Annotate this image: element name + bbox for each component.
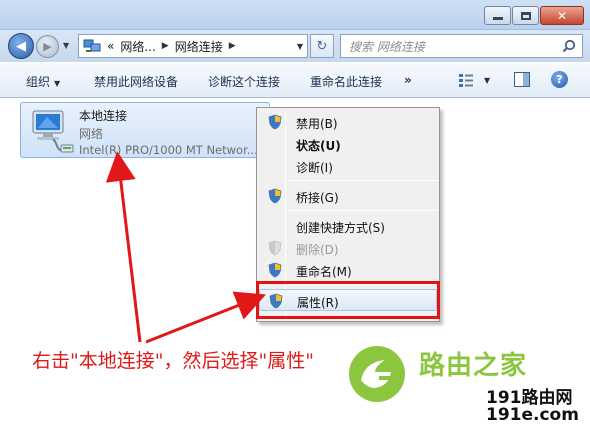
search-placeholder: 搜索 网络连接 [349, 39, 425, 54]
menu-item-diagnose[interactable]: 诊断(I) [259, 155, 437, 177]
shield-icon [268, 262, 282, 278]
menu-item-label: 删除(D) [296, 243, 339, 257]
breadcrumb-separator[interactable]: ▶ [229, 41, 236, 51]
connection-status: 网络 [79, 127, 104, 141]
menu-item-label: 桥接(G) [296, 191, 339, 205]
breadcrumb-network[interactable]: 网络... [120, 38, 155, 55]
recent-pages-dropdown[interactable]: ▼ [63, 41, 69, 50]
close-icon: ✕ [556, 8, 568, 23]
help-button[interactable]: ? [551, 71, 568, 88]
forward-arrow-icon: ▶ [43, 40, 52, 53]
command-bar: 组织 ▼ 禁用此网络设备 诊断这个连接 重命名此连接 » ▼ ? [0, 62, 590, 98]
menu-item-delete: 删除(D) [259, 237, 437, 259]
more-commands-button[interactable]: » [404, 73, 412, 87]
shield-icon [268, 240, 282, 256]
brand-url-line2: 191e.com [486, 405, 579, 425]
breadcrumb-network-connections[interactable]: 网络连接 [175, 38, 223, 55]
menu-separator [288, 210, 438, 211]
title-bar: ✕ [0, 0, 590, 30]
address-overflow[interactable]: « [107, 39, 114, 53]
menu-item-disable[interactable]: 禁用(B) [259, 111, 437, 133]
chevron-down-icon: ▼ [54, 79, 61, 88]
search-icon[interactable] [562, 39, 576, 53]
refresh-button[interactable]: ↻ [310, 34, 334, 58]
rename-button[interactable]: 重命名此连接 [310, 73, 382, 90]
preview-pane-button[interactable] [514, 72, 530, 87]
menu-item-rename[interactable]: 重命名(M) [259, 259, 437, 281]
local-connection-item[interactable]: 本地连接 网络 Intel(R) PRO/1000 MT Networ... [20, 102, 270, 158]
brand-name: 路由之家 [419, 351, 528, 381]
menu-item-label: 状态(U) [296, 139, 341, 153]
view-options-icon [459, 74, 473, 87]
maximize-icon [520, 11, 531, 20]
menu-item-create-shortcut[interactable]: 创建快捷方式(S) [259, 215, 437, 237]
network-folder-icon [83, 39, 101, 52]
minimize-button[interactable] [484, 6, 511, 25]
brand-logo-icon [349, 346, 405, 402]
shield-icon [268, 188, 282, 204]
shield-icon [268, 114, 282, 130]
address-dropdown-icon[interactable]: ▼ [297, 42, 303, 51]
network-adapter-icon [32, 110, 74, 153]
menu-separator [288, 180, 438, 181]
breadcrumb-separator[interactable]: ▶ [162, 41, 169, 51]
minimize-icon [492, 17, 503, 20]
close-button[interactable]: ✕ [540, 6, 584, 25]
connection-name: 本地连接 [79, 109, 128, 123]
menu-item-status[interactable]: 状态(U) [259, 133, 437, 155]
connection-device: Intel(R) PRO/1000 MT Networ... [79, 143, 258, 157]
disable-device-button[interactable]: 禁用此网络设备 [94, 73, 178, 90]
forward-button[interactable]: ▶ [36, 35, 59, 58]
organize-label: 组织 [26, 75, 51, 89]
instruction-text: 右击"本地连接"，然后选择"属性" [32, 350, 314, 372]
menu-item-bridge[interactable]: 桥接(G) [259, 185, 437, 207]
maximize-button[interactable] [512, 6, 539, 25]
highlight-box [256, 281, 440, 319]
menu-item-label: 创建快捷方式(S) [296, 221, 385, 235]
search-input[interactable]: 搜索 网络连接 [340, 34, 583, 58]
menu-item-label: 禁用(B) [296, 117, 338, 131]
window-controls: ✕ [483, 6, 584, 25]
organize-button[interactable]: 组织 ▼ [26, 73, 60, 90]
address-bar[interactable]: « 网络... ▶ 网络连接 ▶ ▼ [78, 34, 308, 58]
navigation-bar: ◀ ▶ ▼ « 网络... ▶ 网络连接 ▶ ▼ ↻ 搜索 网络连接 [0, 30, 590, 62]
chevron-down-icon: ▼ [484, 75, 491, 85]
menu-item-label: 诊断(I) [296, 161, 333, 175]
diagnose-button[interactable]: 诊断这个连接 [208, 73, 280, 90]
refresh-icon: ↻ [316, 38, 328, 54]
back-button[interactable]: ◀ [8, 33, 34, 59]
menu-item-label: 重命名(M) [296, 265, 352, 279]
change-view-button[interactable]: ▼ [458, 73, 490, 87]
back-arrow-icon: ◀ [16, 38, 26, 54]
